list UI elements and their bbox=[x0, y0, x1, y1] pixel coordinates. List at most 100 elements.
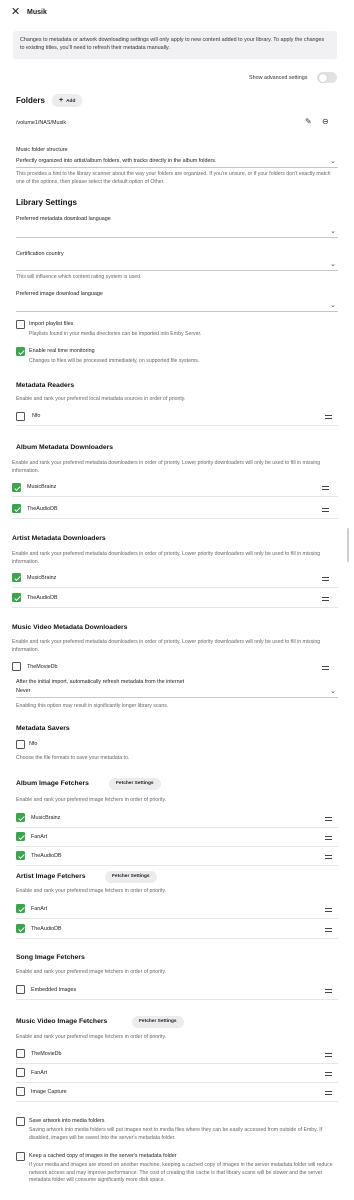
song-image-fetchers-desc: Enable and rank your preferred image fet… bbox=[16, 969, 167, 975]
album-img-theaudiodb-label: TheAudioDB bbox=[31, 853, 62, 859]
drag-handle-icon[interactable] bbox=[325, 855, 332, 859]
saver-nfo-checkbox[interactable] bbox=[16, 740, 25, 749]
image-language-label: Preferred image download language bbox=[16, 291, 103, 297]
drag-handle-icon[interactable] bbox=[322, 577, 329, 581]
video-downloaders-heading: Music Video Metadata Downloaders bbox=[12, 624, 128, 631]
video-img-themoviedb-label: TheMovieDb bbox=[31, 1051, 62, 1057]
library-settings-heading: Library Settings bbox=[16, 198, 77, 207]
realtime-monitoring-label: Enable real time monitoring bbox=[29, 348, 95, 354]
edit-icon[interactable]: ✎ bbox=[305, 118, 312, 126]
drag-handle-icon[interactable] bbox=[325, 817, 332, 821]
row-divider bbox=[12, 496, 338, 497]
metadata-language-select[interactable]: ⌄ bbox=[16, 226, 338, 238]
album-dl-theaudiodb-checkbox[interactable] bbox=[12, 504, 21, 513]
add-folder-button[interactable]: + Add bbox=[52, 94, 83, 107]
album-img-musicbrainz-label: MusicBrainz bbox=[31, 815, 61, 821]
drag-handle-icon[interactable] bbox=[325, 1091, 332, 1095]
album-img-fanart-checkbox[interactable] bbox=[16, 832, 25, 841]
drag-handle-icon[interactable] bbox=[322, 666, 329, 670]
album-dl-musicbrainz-checkbox[interactable] bbox=[12, 483, 21, 492]
row-divider bbox=[16, 846, 338, 847]
refresh-value: Never bbox=[16, 688, 31, 694]
folder-path: /volume1/NAS/Musik bbox=[16, 120, 67, 126]
folder-structure-select[interactable]: Perfectly organized into artist/album fo… bbox=[16, 156, 338, 168]
album-dl-musicbrainz-label: MusicBrainz bbox=[27, 484, 57, 490]
row-divider bbox=[12, 607, 338, 608]
metadata-readers-desc: Enable and rank your preferred local met… bbox=[16, 396, 186, 402]
artist-img-fanart-checkbox[interactable] bbox=[16, 904, 25, 913]
artist-img-theaudiodb-checkbox[interactable] bbox=[16, 924, 25, 933]
row-divider bbox=[16, 865, 338, 866]
certification-select[interactable]: ⌄ bbox=[16, 259, 338, 271]
certification-hint: This will influence which content rating… bbox=[16, 274, 142, 280]
realtime-monitoring-checkbox[interactable] bbox=[16, 347, 25, 356]
video-img-imagecapture-checkbox[interactable] bbox=[16, 1087, 25, 1096]
video-dl-themoviedb-checkbox[interactable] bbox=[12, 662, 21, 671]
drag-handle-icon[interactable] bbox=[325, 989, 332, 993]
artist-downloaders-desc: Enable and rank your preferred metadata … bbox=[12, 551, 321, 565]
album-img-musicbrainz-checkbox[interactable] bbox=[16, 813, 25, 822]
drag-handle-icon[interactable] bbox=[325, 836, 332, 840]
album-downloaders-desc: Enable and rank your preferred metadata … bbox=[12, 460, 321, 474]
import-playlist-hint: Playlists found in your media directorie… bbox=[29, 331, 202, 337]
metadata-readers-heading: Metadata Readers bbox=[16, 382, 75, 389]
realtime-monitoring-hint: Changes to files will be processed immed… bbox=[29, 358, 200, 364]
drag-handle-icon[interactable] bbox=[325, 1072, 332, 1076]
chevron-down-icon: ⌄ bbox=[330, 261, 336, 268]
chevron-down-icon: ⌄ bbox=[330, 688, 336, 695]
song-image-fetchers-heading: Song Image Fetchers bbox=[16, 954, 85, 961]
plus-icon: + bbox=[59, 97, 64, 104]
refresh-select[interactable]: Never ⌄ bbox=[16, 686, 338, 698]
remove-icon[interactable]: ⊖ bbox=[322, 118, 329, 126]
drag-handle-icon[interactable] bbox=[325, 1053, 332, 1057]
drag-handle-icon[interactable] bbox=[322, 508, 329, 512]
cache-images-checkbox[interactable] bbox=[16, 1152, 25, 1161]
chevron-down-icon: ⌄ bbox=[330, 302, 336, 309]
row-divider bbox=[12, 518, 338, 519]
folder-structure-label: Music folder structure bbox=[16, 147, 68, 153]
save-artwork-hint: Saving artwork into media folders will p… bbox=[29, 1127, 323, 1141]
row-divider bbox=[16, 1101, 338, 1102]
advanced-settings-toggle[interactable] bbox=[317, 72, 337, 83]
artist-dl-musicbrainz-checkbox[interactable] bbox=[12, 573, 21, 582]
close-icon[interactable]: ✕ bbox=[11, 7, 20, 18]
drag-handle-icon[interactable] bbox=[325, 928, 332, 932]
chevron-down-icon: ⌄ bbox=[330, 158, 336, 165]
import-playlist-checkbox[interactable] bbox=[16, 320, 25, 329]
song-img-embedded-checkbox[interactable] bbox=[16, 985, 25, 994]
row-divider bbox=[12, 587, 338, 588]
reader-nfo-checkbox[interactable] bbox=[16, 412, 25, 421]
album-img-theaudiodb-checkbox[interactable] bbox=[16, 851, 25, 860]
album-img-fanart-label: FanArt bbox=[31, 834, 48, 840]
artist-fetcher-settings-button[interactable]: Fetcher Settings bbox=[105, 871, 157, 883]
row-divider bbox=[16, 1082, 338, 1083]
drag-handle-icon[interactable] bbox=[325, 908, 332, 912]
album-image-fetchers-desc: Enable and rank your preferred image fet… bbox=[16, 797, 167, 803]
video-image-fetchers-heading: Music Video Image Fetchers bbox=[16, 1018, 108, 1025]
scrollbar[interactable] bbox=[347, 528, 349, 562]
save-artwork-checkbox[interactable] bbox=[16, 1117, 25, 1126]
video-fetcher-settings-button[interactable]: Fetcher Settings bbox=[132, 1016, 184, 1028]
artist-dl-musicbrainz-label: MusicBrainz bbox=[27, 575, 57, 581]
drag-handle-icon[interactable] bbox=[322, 486, 329, 490]
album-fetcher-settings-button[interactable]: Fetcher Settings bbox=[109, 778, 161, 790]
row-divider bbox=[16, 938, 338, 939]
video-img-fanart-checkbox[interactable] bbox=[16, 1068, 25, 1077]
refresh-hint: Enabling this option may result in signi… bbox=[16, 703, 169, 709]
song-img-embedded-label: Embedded Images bbox=[31, 987, 77, 993]
artist-downloaders-heading: Artist Metadata Downloaders bbox=[12, 535, 106, 542]
image-language-select[interactable]: ⌄ bbox=[16, 300, 338, 312]
drag-handle-icon[interactable] bbox=[322, 597, 329, 601]
video-img-themoviedb-checkbox[interactable] bbox=[16, 1049, 25, 1058]
reader-nfo-label: Nfo bbox=[32, 413, 41, 419]
row-divider bbox=[16, 425, 338, 426]
row-divider bbox=[16, 918, 338, 919]
video-dl-themoviedb-label: TheMovieDb bbox=[27, 664, 58, 670]
album-image-fetchers-heading: Album Image Fetchers bbox=[16, 780, 89, 787]
drag-handle-icon[interactable] bbox=[325, 415, 332, 419]
artist-dl-theaudiodb-checkbox[interactable] bbox=[12, 593, 21, 602]
folder-structure-hint: This provides a hint to the library scan… bbox=[16, 171, 331, 185]
artist-dl-theaudiodb-label: TheAudioDB bbox=[27, 595, 58, 601]
row-divider bbox=[16, 999, 338, 1000]
folders-heading: Folders bbox=[16, 96, 45, 105]
